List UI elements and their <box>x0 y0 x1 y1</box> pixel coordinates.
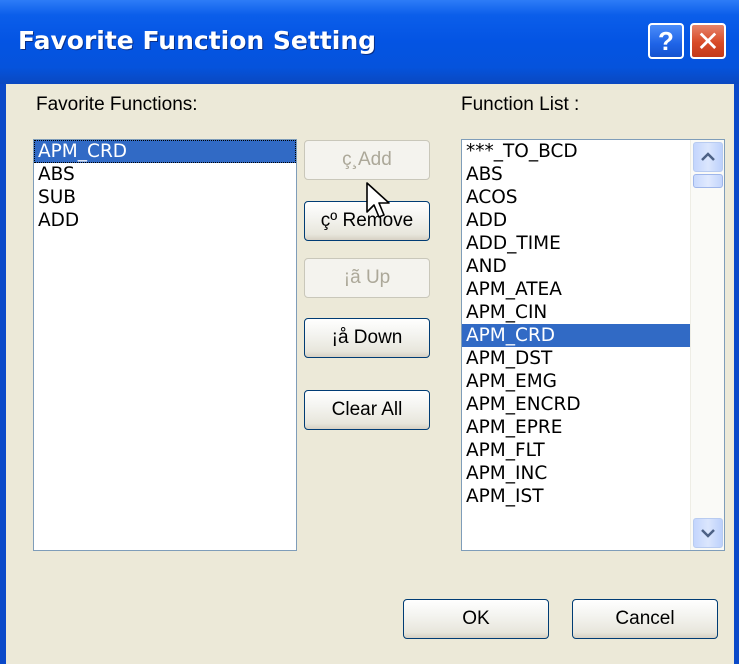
list-item[interactable]: APM_ENCRD <box>462 393 690 416</box>
close-button[interactable]: ✕ <box>690 23 726 59</box>
list-item[interactable]: ABS <box>34 163 296 186</box>
cancel-button[interactable]: Cancel <box>572 599 718 639</box>
dialog-body: Favorite Functions: Function List : APM_… <box>6 84 734 664</box>
down-button[interactable]: ¡å Down <box>304 318 430 358</box>
clear-all-button[interactable]: Clear All <box>304 390 430 430</box>
add-button[interactable]: ç¸Add <box>304 140 430 180</box>
list-item[interactable]: APM_EPRE <box>462 416 690 439</box>
arrow-cursor-icon <box>366 182 390 218</box>
ok-button[interactable]: OK <box>403 599 549 639</box>
up-button[interactable]: ¡ã Up <box>304 258 430 298</box>
list-item[interactable]: ABS <box>462 163 690 186</box>
list-item[interactable]: ADD_TIME <box>462 232 690 255</box>
function-list-items: ***_TO_BCD ABS ACOS ADD ADD_TIME AND APM_ATEA A… <box>462 140 690 508</box>
function-list-scrollbar[interactable] <box>690 140 724 550</box>
list-item[interactable]: APM_IST <box>462 485 690 508</box>
help-button[interactable]: ? <box>648 23 684 59</box>
list-item[interactable]: ADD <box>462 209 690 232</box>
scroll-thumb[interactable] <box>693 174 723 188</box>
dialog-window: Favorite Function Setting ? ✕ Favorite F… <box>0 0 739 664</box>
list-item[interactable]: ADD <box>34 209 296 232</box>
close-icon: ✕ <box>696 25 720 57</box>
list-item[interactable]: APM_CIN <box>462 301 690 324</box>
function-list[interactable]: ***_TO_BCD ABS ACOS ADD ADD_TIME AND APM_ATEA A… <box>461 139 725 551</box>
function-list-label: Function List : <box>461 94 580 115</box>
list-item[interactable]: AND <box>462 255 690 278</box>
list-item[interactable]: ACOS <box>462 186 690 209</box>
favorite-functions-list[interactable]: APM_CRD ABS SUB ADD <box>33 139 297 551</box>
favorite-functions-items: APM_CRD ABS SUB ADD <box>34 140 296 232</box>
list-item[interactable]: APM_EMG <box>462 370 690 393</box>
list-item[interactable]: APM_ATEA <box>462 278 690 301</box>
list-item[interactable]: APM_DST <box>462 347 690 370</box>
title-bar[interactable]: Favorite Function Setting ? ✕ <box>0 0 739 84</box>
scroll-up-button[interactable] <box>693 142 723 172</box>
favorite-functions-label: Favorite Functions: <box>36 94 198 115</box>
scroll-down-button[interactable] <box>693 518 723 548</box>
list-item[interactable]: APM_CRD <box>34 140 296 163</box>
help-icon: ? <box>658 25 674 56</box>
list-item[interactable]: ***_TO_BCD <box>462 140 690 163</box>
chevron-up-icon <box>701 152 715 161</box>
chevron-down-icon <box>701 529 715 538</box>
list-item[interactable]: APM_FLT <box>462 439 690 462</box>
window-title: Favorite Function Setting <box>18 26 377 55</box>
list-item[interactable]: APM_CRD <box>462 324 690 347</box>
list-item[interactable]: APM_INC <box>462 462 690 485</box>
list-item[interactable]: SUB <box>34 186 296 209</box>
